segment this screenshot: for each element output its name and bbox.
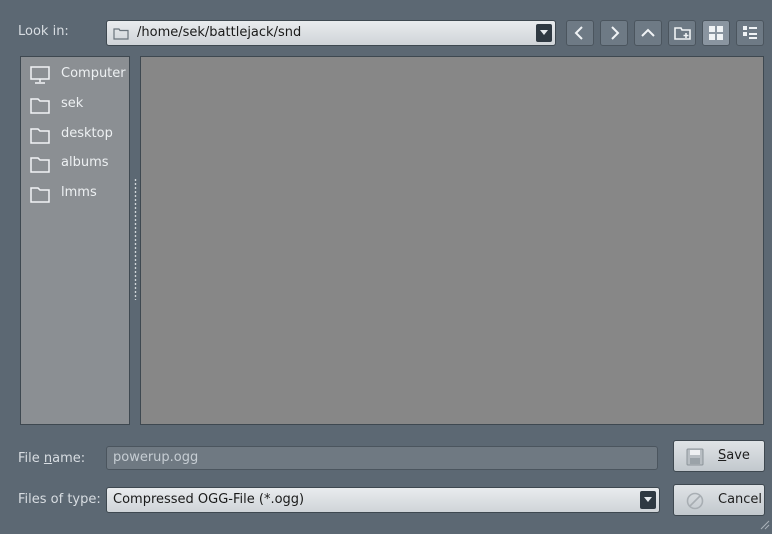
chevron-down-icon[interactable] bbox=[640, 491, 656, 509]
folder-icon bbox=[30, 98, 50, 114]
file-type-value: Compressed OGG-File (*.ogg) bbox=[113, 492, 305, 507]
save-button[interactable]: Save bbox=[673, 440, 765, 472]
cancel-button-label: Cancel bbox=[718, 492, 763, 507]
detail-view-button[interactable] bbox=[736, 20, 764, 46]
file-type-combo[interactable]: Compressed OGG-File (*.ogg) bbox=[106, 487, 660, 513]
resize-grip[interactable] bbox=[760, 519, 770, 530]
save-button-label: Save bbox=[718, 448, 750, 463]
parent-directory-button[interactable] bbox=[634, 20, 662, 46]
look-in-label: Look in: bbox=[18, 24, 69, 39]
sidebar-item-label: desktop bbox=[61, 126, 113, 141]
icon-view-button[interactable] bbox=[702, 20, 730, 46]
sidebar-item-computer[interactable]: Computer bbox=[29, 63, 129, 87]
forward-button[interactable] bbox=[600, 20, 628, 46]
new-folder-button[interactable] bbox=[668, 20, 696, 46]
sidebar-item-albums[interactable]: albums bbox=[29, 152, 129, 176]
folder-icon bbox=[30, 128, 50, 144]
forward-icon bbox=[611, 26, 620, 40]
file-list-view[interactable] bbox=[140, 56, 764, 425]
new-folder-icon bbox=[674, 27, 691, 40]
sidebar-item-sek[interactable]: sek bbox=[29, 93, 129, 117]
detail-view-icon bbox=[743, 26, 757, 39]
folder-icon bbox=[30, 157, 50, 173]
save-icon bbox=[686, 448, 704, 466]
file-name-input[interactable]: powerup.ogg bbox=[106, 446, 658, 470]
chevron-down-icon[interactable] bbox=[536, 24, 552, 42]
file-type-label: Files of type: bbox=[18, 492, 101, 507]
computer-icon bbox=[30, 66, 50, 84]
back-icon bbox=[574, 26, 583, 40]
back-button[interactable] bbox=[566, 20, 594, 46]
sidebar-item-label: albums bbox=[61, 155, 109, 170]
icon-view-icon bbox=[709, 26, 723, 40]
look-in-combo[interactable]: /home/sek/battlejack/snd bbox=[106, 20, 556, 46]
sidebar-item-label: lmms bbox=[61, 185, 97, 200]
places-sidebar[interactable]: Computer sek desktop albums lmms bbox=[20, 56, 130, 425]
splitter-handle[interactable] bbox=[134, 178, 137, 300]
file-name-label: File name: bbox=[18, 451, 86, 466]
look-in-path: /home/sek/battlejack/snd bbox=[137, 25, 302, 40]
sidebar-item-label: sek bbox=[61, 96, 84, 111]
sidebar-item-label: Computer bbox=[61, 66, 126, 81]
parent-dir-icon bbox=[641, 28, 655, 37]
folder-icon bbox=[113, 26, 129, 44]
folder-icon bbox=[30, 187, 50, 203]
cancel-icon bbox=[686, 492, 704, 510]
cancel-button[interactable]: Cancel bbox=[673, 484, 765, 516]
sidebar-item-desktop[interactable]: desktop bbox=[29, 123, 129, 147]
sidebar-item-lmms[interactable]: lmms bbox=[29, 182, 129, 206]
